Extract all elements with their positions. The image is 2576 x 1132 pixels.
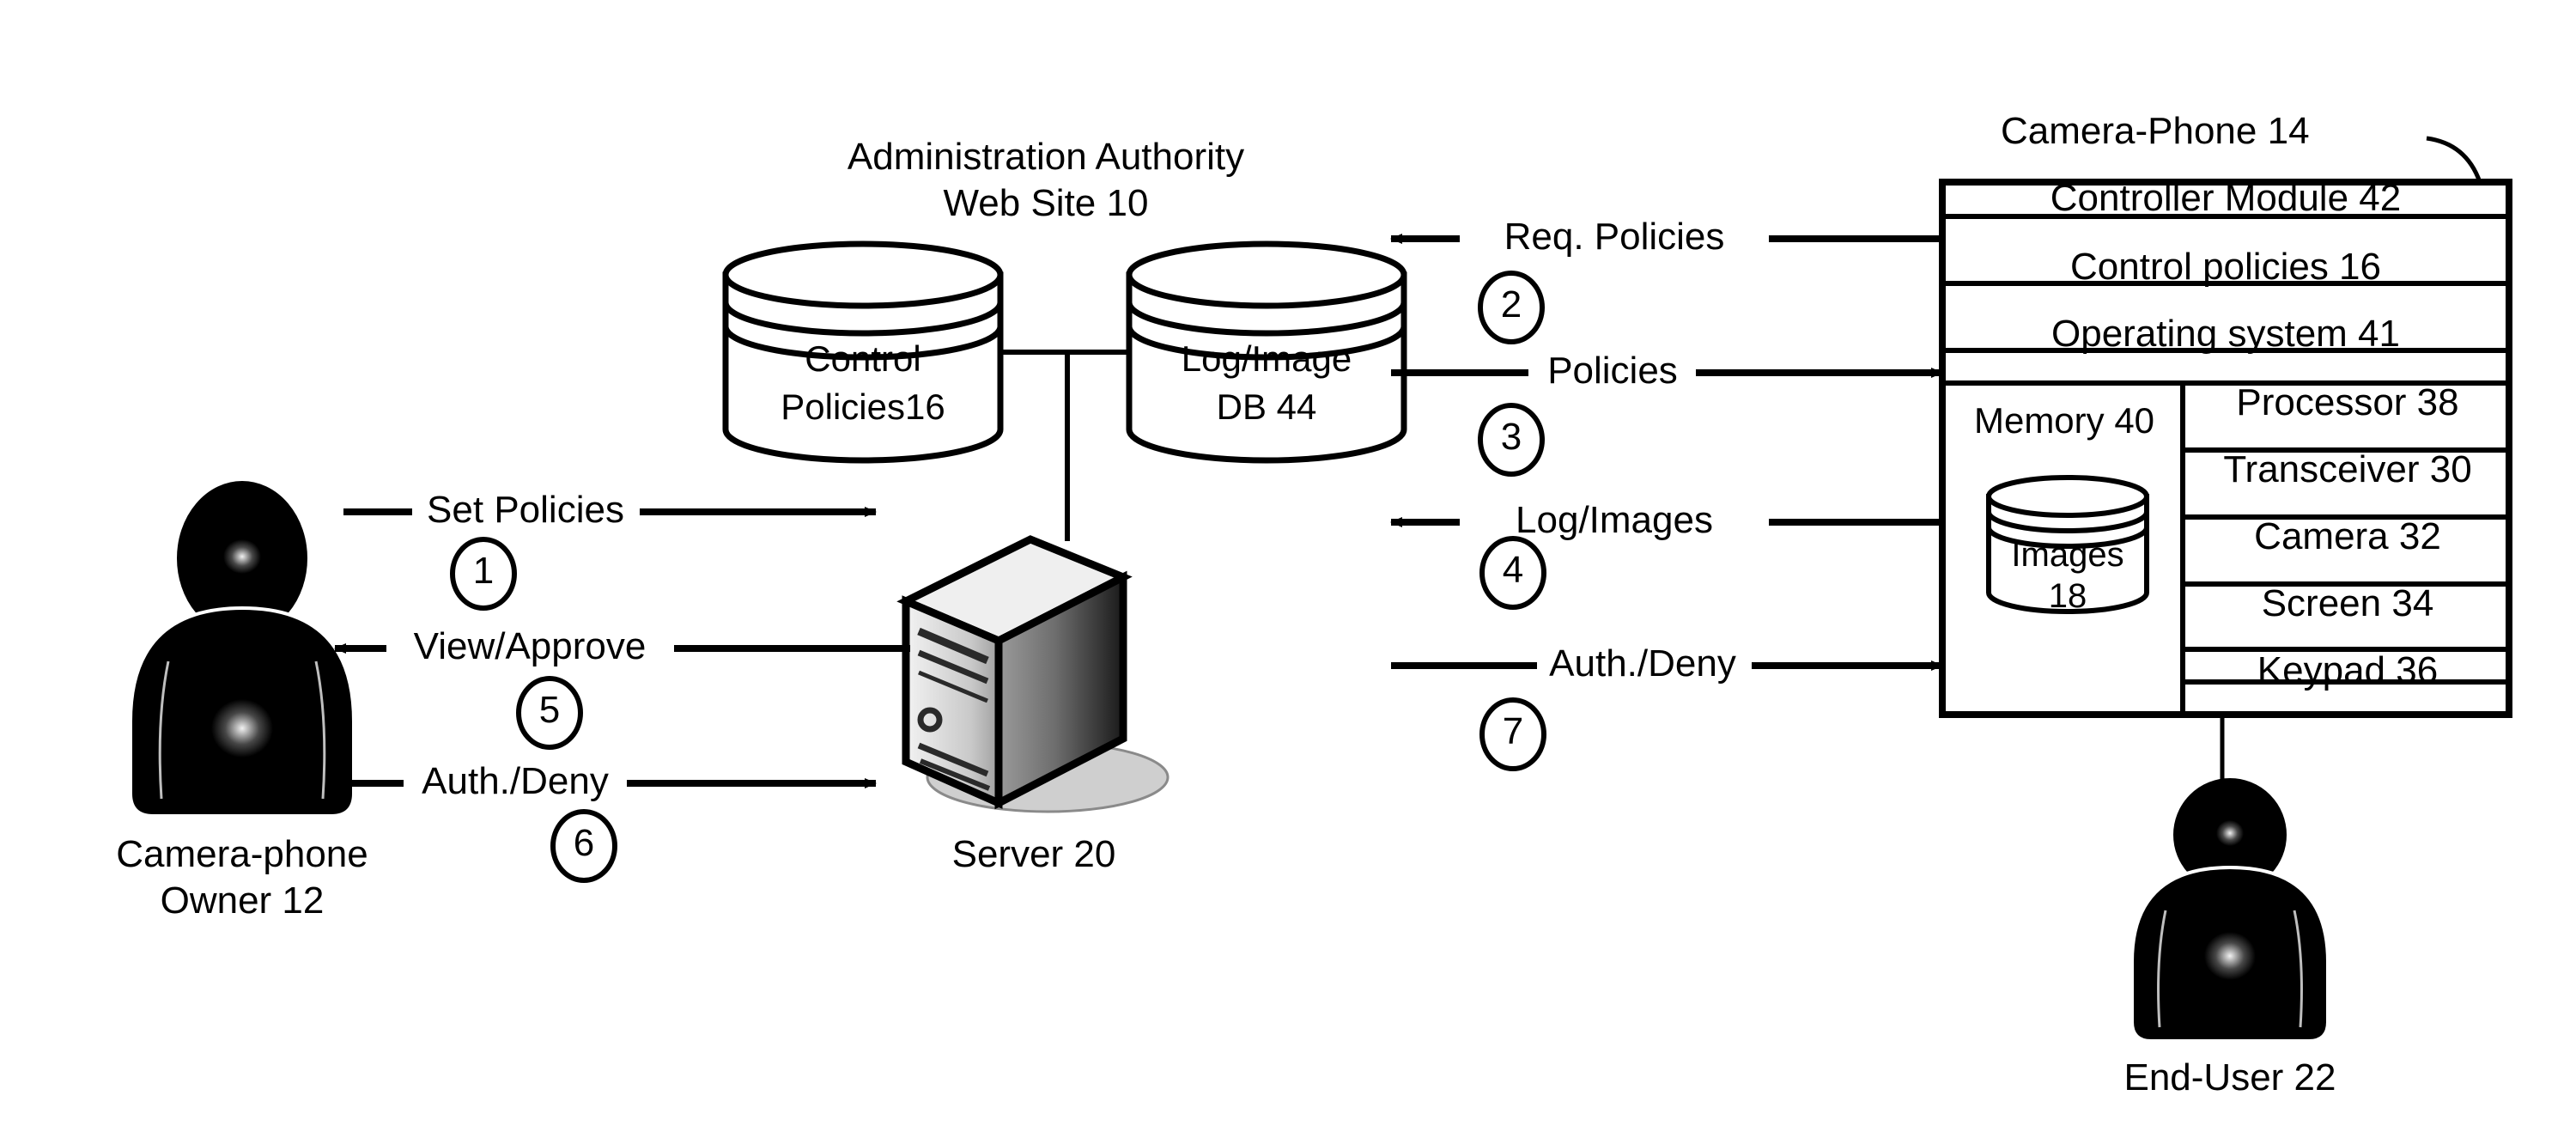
server-tower-illustration	[896, 535, 1170, 813]
flow-label-auth-deny-owner: Auth./Deny	[422, 760, 609, 802]
system-architecture-diagram	[129, 136, 2512, 1043]
control-policies-db-label-line2: Policies16	[781, 386, 945, 427]
images-db-label-line2: 18	[2048, 577, 2087, 615]
end-user-label: End-User 22	[2123, 1056, 2336, 1099]
admin-authority-title-line2: Web Site 10	[943, 182, 1149, 224]
flow-label-view-approve: View/Approve	[413, 625, 647, 667]
log-image-db-label-line1: Log/Image	[1181, 338, 1352, 379]
log-image-db-label-line2: DB 44	[1216, 386, 1317, 427]
phone-component-keypad: Keypad 36	[2257, 649, 2439, 691]
flow-label-auth-deny-phone: Auth./Deny	[1549, 642, 1736, 685]
phone-row-controller-module: Controller Module 42	[2050, 177, 2402, 219]
patent-figure-canvas: Administration Authority Web Site 10 Con…	[0, 0, 2576, 1132]
flow-label-set-policies: Set Policies	[427, 489, 624, 531]
db-to-server-connector	[1000, 350, 1129, 541]
phone-component-camera: Camera 32	[2254, 515, 2441, 557]
flow-label-log-images: Log/Images	[1516, 499, 1713, 541]
camera-phone-title: Camera-Phone 14	[2001, 110, 2310, 152]
flow-step-view-approve: 5	[538, 689, 561, 731]
end-user-avatar	[2130, 775, 2330, 1043]
server-label: Server 20	[951, 833, 1116, 875]
phone-row-operating-system: Operating system 41	[2051, 313, 2400, 355]
phone-component-transceiver: Transceiver 30	[2223, 448, 2472, 490]
images-db-label-line1: Images	[2011, 536, 2124, 574]
phone-memory-label: Memory 40	[1973, 400, 2155, 441]
flow-step-log-images: 4	[1502, 549, 1524, 591]
flow-label-policies: Policies	[1547, 350, 1678, 392]
camera-phone-owner-avatar	[129, 478, 355, 818]
flow-label-req-policies: Req. Policies	[1504, 216, 1725, 258]
camera-phone-owner-label-line2: Owner 12	[160, 879, 325, 922]
flow-step-policies: 3	[1500, 416, 1522, 458]
phone-component-processor: Processor 38	[2236, 381, 2459, 423]
flow-step-set-policies: 1	[472, 550, 495, 592]
flow-step-req-policies: 2	[1500, 283, 1522, 326]
phone-component-screen: Screen 34	[2261, 582, 2434, 624]
flow-step-auth-deny-phone: 7	[1502, 710, 1524, 752]
control-policies-db-label-line1: Control	[805, 338, 921, 379]
camera-phone-owner-label-line1: Camera-phone	[116, 833, 368, 875]
phone-row-control-policies: Control policies 16	[2070, 246, 2381, 288]
flow-step-auth-deny-owner: 6	[573, 822, 595, 864]
admin-authority-title-line1: Administration Authority	[847, 136, 1245, 178]
